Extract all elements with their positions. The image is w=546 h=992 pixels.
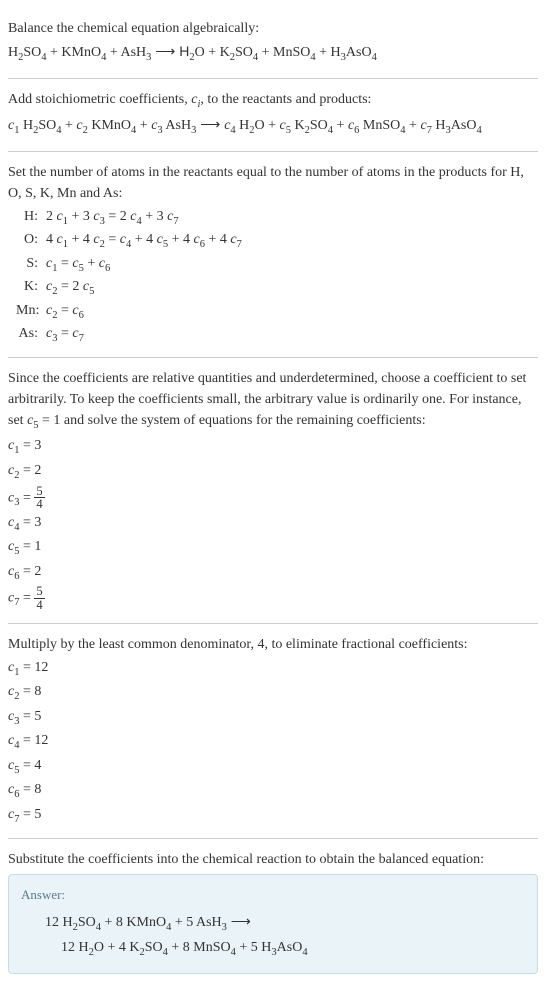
- answer-box: Answer: 12 H2SO4 + 8 KMnO4 + 5 AsH3 ⟶ 12…: [8, 874, 538, 974]
- answer-label: Answer:: [21, 885, 525, 905]
- intro-text: Balance the chemical equation algebraica…: [8, 18, 538, 39]
- coefficients-equation: c1 H2SO4 + c2 KMnO4 + c3 AsH3 ⟶ c4 H2O +…: [8, 114, 538, 139]
- solve-intro: Since the coefficients are relative quan…: [8, 368, 538, 434]
- coefficient-line: c4 = 3: [8, 512, 538, 536]
- element-label: O:: [16, 229, 46, 250]
- coefficient-line: c6 = 8: [8, 779, 538, 803]
- atom-equation-row: O:4 c1 + 4 c2 = c4 + 4 c5 + 4 c6 + 4 c7: [16, 229, 538, 253]
- coefficient-line: c6 = 2: [8, 561, 538, 585]
- coefficient-line: c2 = 2: [8, 460, 538, 484]
- element-label: K:: [16, 276, 46, 297]
- section-answer: Substitute the coefficients into the che…: [8, 839, 538, 984]
- atom-equation-row: S:c1 = c5 + c6: [16, 253, 538, 277]
- atom-equations-table: H:2 c1 + 3 c3 = 2 c4 + 3 c7O:4 c1 + 4 c2…: [16, 206, 538, 347]
- section-add-coefficients: Add stoichiometric coefficients, ci, to …: [8, 79, 538, 152]
- coefficient-line: c5 = 4: [8, 755, 538, 779]
- coeff-list-fractional: c1 = 3c2 = 2c3 = 54c4 = 3c5 = 1c6 = 2c7 …: [8, 435, 538, 611]
- element-label: H:: [16, 206, 46, 227]
- coefficient-line: c4 = 12: [8, 730, 538, 754]
- answer-equation-line1: 12 H2SO4 + 8 KMnO4 + 5 AsH3 ⟶: [45, 911, 525, 936]
- coefficient-line: c3 = 5: [8, 706, 538, 730]
- coefficient-line: c7 = 54: [8, 585, 538, 611]
- element-label: S:: [16, 253, 46, 274]
- multiply-intro: Multiply by the least common denominator…: [8, 634, 538, 655]
- section-atom-equations: Set the number of atoms in the reactants…: [8, 152, 538, 358]
- section-balance-intro: Balance the chemical equation algebraica…: [8, 8, 538, 79]
- unbalanced-equation: H2SO4 + KMnO4 + AsH3 ⟶ H2O + K2SO4 + MnS…: [8, 41, 538, 66]
- element-equation: c3 = c7: [46, 323, 538, 347]
- coefficient-line: c1 = 3: [8, 435, 538, 459]
- coefficient-line: c1 = 12: [8, 657, 538, 681]
- coeff-list-integer: c1 = 12c2 = 8c3 = 5c4 = 12c5 = 4c6 = 8c7…: [8, 657, 538, 828]
- element-label: Mn:: [16, 300, 46, 321]
- section-solve: Since the coefficients are relative quan…: [8, 358, 538, 624]
- element-equation: 2 c1 + 3 c3 = 2 c4 + 3 c7: [46, 206, 538, 230]
- coefficients-intro: Add stoichiometric coefficients, ci, to …: [8, 89, 538, 113]
- element-equation: 4 c1 + 4 c2 = c4 + 4 c5 + 4 c6 + 4 c7: [46, 229, 538, 253]
- coefficient-line: c2 = 8: [8, 681, 538, 705]
- element-label: As:: [16, 323, 46, 344]
- answer-content: 12 H2SO4 + 8 KMnO4 + 5 AsH3 ⟶ 12 H2O + 4…: [21, 911, 525, 961]
- atom-equation-row: H:2 c1 + 3 c3 = 2 c4 + 3 c7: [16, 206, 538, 230]
- atom-equation-row: Mn:c2 = c6: [16, 300, 538, 324]
- section-multiply: Multiply by the least common denominator…: [8, 624, 538, 840]
- coefficient-line: c5 = 1: [8, 536, 538, 560]
- answer-equation-line2: 12 H2O + 4 K2SO4 + 8 MnSO4 + 5 H3AsO4: [45, 937, 525, 961]
- element-equation: c1 = c5 + c6: [46, 253, 538, 277]
- answer-intro: Substitute the coefficients into the che…: [8, 849, 538, 870]
- coefficient-line: c3 = 54: [8, 485, 538, 511]
- atom-equation-row: K:c2 = 2 c5: [16, 276, 538, 300]
- coefficient-line: c7 = 5: [8, 804, 538, 828]
- element-equation: c2 = c6: [46, 300, 538, 324]
- element-equation: c2 = 2 c5: [46, 276, 538, 300]
- atom-equation-row: As:c3 = c7: [16, 323, 538, 347]
- atom-equations-intro: Set the number of atoms in the reactants…: [8, 162, 538, 204]
